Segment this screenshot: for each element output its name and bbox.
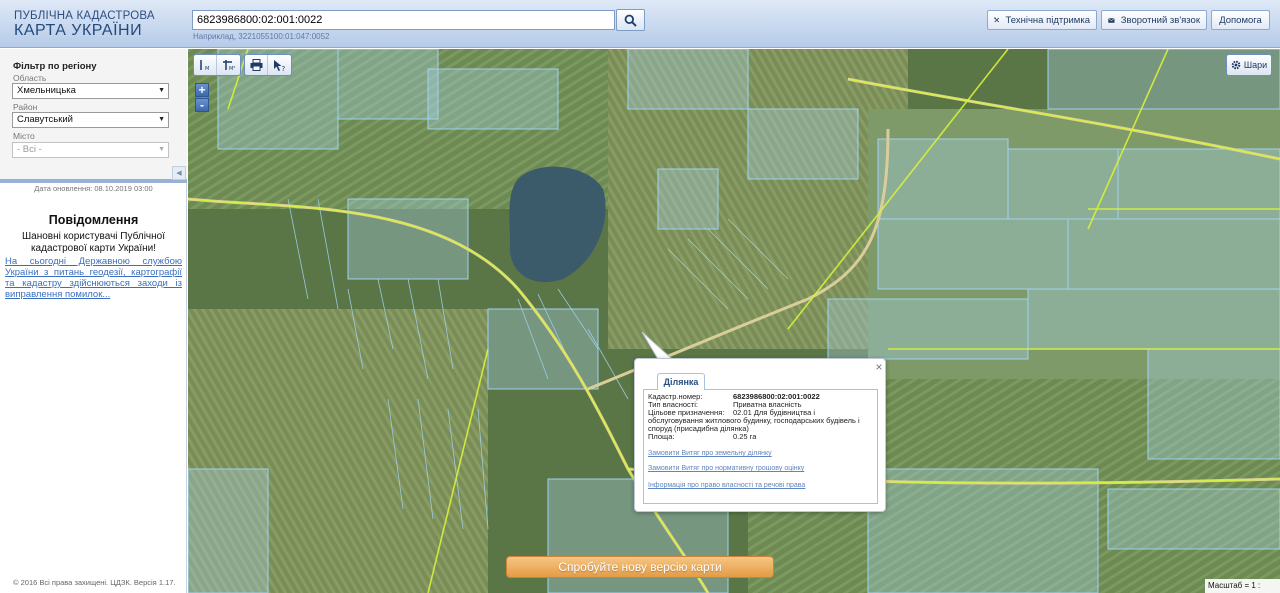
district-select-value: Славутський: [17, 114, 73, 125]
zoom-in-button[interactable]: +: [195, 83, 209, 97]
order-valuation-extract-link[interactable]: Замовити Витяг про нормативну грошову оц…: [648, 465, 804, 472]
measure-distance-icon: M: [200, 60, 209, 71]
logo-line-1: ПУБЛІЧНА КАДАСТРОВА: [14, 10, 155, 22]
gear-icon: [1231, 60, 1241, 70]
tech-support-label: Технічна підтримка: [1005, 14, 1091, 26]
collapse-sidebar-button[interactable]: ◀: [172, 166, 186, 180]
tools-icon: [994, 17, 1000, 23]
try-new-version-button[interactable]: Спробуйте нову версію карти: [506, 556, 774, 578]
svg-text:M: M: [205, 66, 209, 71]
chevron-left-icon: ◀: [176, 170, 182, 177]
search-input[interactable]: [192, 10, 615, 30]
tech-support-button[interactable]: Технічна підтримка: [987, 10, 1097, 30]
measure-area-button[interactable]: M²: [217, 55, 240, 75]
district-select[interactable]: Славутський ▼: [12, 112, 169, 128]
search-button[interactable]: [616, 9, 645, 31]
zoom-out-label: -: [200, 98, 204, 112]
close-button[interactable]: ×: [873, 361, 885, 373]
search-icon: [624, 14, 637, 27]
parcel-popup: × Ділянка Кадастр.номер: 6823986800:02:0…: [634, 358, 886, 512]
city-label: Місто: [13, 131, 35, 141]
identify-button[interactable]: ?: [268, 55, 291, 75]
tools-toolbar: ?: [244, 54, 292, 76]
dropdown-arrow-icon: ▼: [158, 146, 165, 153]
footer: © 2016 Всі права захищені. ЦДЗК. Версія …: [13, 578, 176, 587]
layers-label: Шари: [1243, 60, 1268, 70]
purpose-value: 02.01 Для будівництва і обслуговування ж…: [648, 408, 860, 433]
envelope-icon: [1108, 17, 1115, 23]
area-value: 0.25 га: [733, 432, 757, 441]
tab-parcel[interactable]: Ділянка: [657, 373, 705, 390]
identify-icon: ?: [273, 59, 285, 72]
district-label: Район: [13, 102, 38, 112]
map-view[interactable]: M M² ? + - Шари × Ділянка Кадастр.номер:…: [188, 49, 1280, 593]
measure-area-icon: M²: [222, 60, 235, 71]
feedback-button[interactable]: Зворотний зв'язок: [1101, 10, 1207, 30]
ownership-info-link[interactable]: Інформація про право власності та речові…: [648, 482, 805, 489]
region-filter: Фільтр по регіону Область Хмельницька ▼ …: [0, 49, 187, 183]
scale-readout: Масштаб = 1 : 8531: [1205, 579, 1280, 593]
measure-toolbar: M M²: [193, 54, 241, 76]
svg-text:M²: M²: [229, 66, 235, 71]
search-hint: Наприклад, 3221055100:01:047:0052: [193, 32, 330, 41]
feedback-label: Зворотний зв'язок: [1120, 14, 1200, 26]
svg-text:?: ?: [281, 65, 285, 72]
help-label: Допомога: [1219, 14, 1262, 26]
header: ПУБЛІЧНА КАДАСТРОВА КАРТА УКРАЇНИ Наприк…: [0, 0, 1280, 48]
city-select-value: - Всі -: [17, 144, 42, 155]
dropdown-arrow-icon: ▼: [158, 116, 165, 123]
layers-button[interactable]: Шари: [1226, 54, 1272, 76]
city-select[interactable]: - Всі - ▼: [12, 142, 169, 158]
area-label: Площа:: [648, 432, 675, 441]
parcel-info: Кадастр.номер: 6823986800:02:001:0022 Ти…: [643, 389, 878, 504]
region-select[interactable]: Хмельницька ▼: [12, 83, 169, 99]
logo-line-2: КАРТА УКРАЇНИ: [14, 22, 143, 39]
region-label: Область: [13, 73, 47, 83]
update-date: Дата оновлення: 08.10.2019 03:00: [34, 184, 153, 193]
news-link[interactable]: На сьогодні Державною службою України з …: [5, 256, 182, 300]
help-button[interactable]: Допомога: [1211, 10, 1270, 30]
order-parcel-extract-link[interactable]: Замовити Витяг про земельну ділянку: [648, 450, 772, 457]
print-button[interactable]: [245, 55, 268, 75]
measure-distance-button[interactable]: M: [194, 55, 217, 75]
region-select-value: Хмельницька: [17, 85, 76, 96]
zoom-in-label: +: [198, 83, 206, 97]
dropdown-arrow-icon: ▼: [158, 87, 165, 94]
filter-title: Фільтр по регіону: [13, 61, 97, 72]
news-body: Шановні користувачі Публічної кадастрово…: [22, 231, 165, 254]
print-icon: [250, 59, 262, 71]
sidebar: Фільтр по регіону Область Хмельницька ▼ …: [0, 49, 187, 593]
news-title: Повідомлення: [48, 213, 139, 227]
zoom-out-button[interactable]: -: [195, 98, 209, 112]
